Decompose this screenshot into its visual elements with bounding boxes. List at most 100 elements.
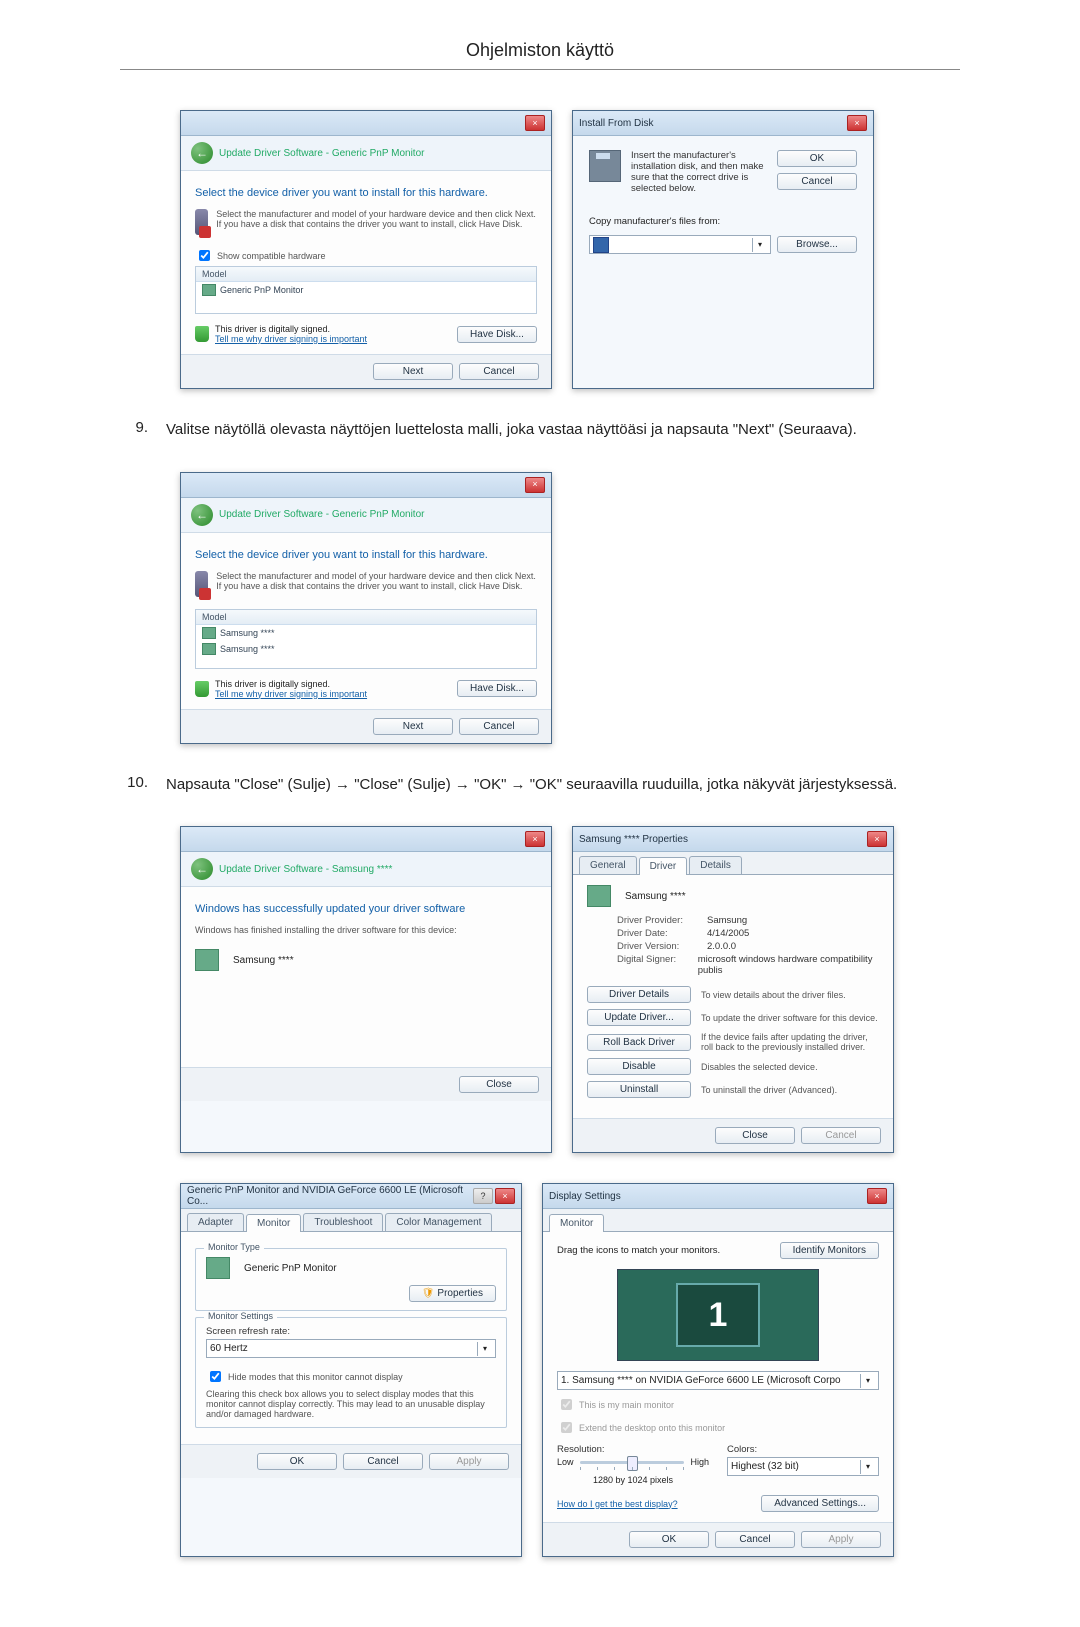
floppy-icon bbox=[593, 237, 609, 253]
success-sub: Windows has finished installing the driv… bbox=[195, 925, 537, 935]
disk-icon bbox=[195, 571, 208, 597]
update-driver-button[interactable]: Update Driver... bbox=[587, 1009, 691, 1026]
uninstall-button[interactable]: Uninstall bbox=[587, 1081, 691, 1098]
ok-button[interactable]: OK bbox=[257, 1453, 337, 1470]
properties-button[interactable]: 🛡Properties bbox=[409, 1285, 496, 1302]
hint-text: Select the manufacturer and model of you… bbox=[216, 571, 537, 597]
monitor-icon bbox=[206, 1257, 230, 1279]
shield-icon bbox=[195, 681, 209, 697]
close-icon[interactable]: × bbox=[525, 115, 545, 131]
step-number: 9. bbox=[120, 419, 148, 442]
value: Samsung bbox=[707, 915, 747, 926]
close-icon[interactable]: × bbox=[867, 1188, 887, 1204]
group-label: Monitor Settings bbox=[204, 1311, 277, 1321]
compatible-hardware-checkbox[interactable]: Show compatible hardware bbox=[195, 247, 537, 264]
monitor-icon bbox=[587, 885, 611, 907]
tab-general[interactable]: General bbox=[579, 856, 637, 874]
cancel-button[interactable]: Cancel bbox=[459, 718, 539, 735]
resolution-slider[interactable]: Low High bbox=[557, 1457, 709, 1467]
window-update-driver-2: × ←Update Driver Software - Generic PnP … bbox=[180, 472, 552, 744]
main-monitor-checkbox: This is my main monitor bbox=[557, 1396, 879, 1413]
hide-modes-checkbox[interactable]: Hide modes that this monitor cannot disp… bbox=[206, 1368, 496, 1385]
tab-monitor[interactable]: Monitor bbox=[549, 1214, 604, 1232]
have-disk-button[interactable]: Have Disk... bbox=[457, 326, 537, 343]
copy-from-label: Copy manufacturer's files from: bbox=[589, 216, 857, 227]
cancel-button[interactable]: Cancel bbox=[459, 363, 539, 380]
device-name: Samsung **** bbox=[625, 891, 686, 902]
ok-button[interactable]: OK bbox=[777, 150, 857, 167]
path-combo[interactable]: ▾ bbox=[589, 235, 771, 254]
shield-icon: 🛡 bbox=[422, 1288, 435, 1299]
signing-link[interactable]: Tell me why driver signing is important bbox=[215, 334, 367, 344]
page-title: Ohjelmiston käyttö bbox=[120, 40, 960, 70]
ok-button[interactable]: OK bbox=[629, 1531, 709, 1548]
cancel-button[interactable]: Cancel bbox=[777, 173, 857, 190]
tab-adapter[interactable]: Adapter bbox=[187, 1213, 244, 1231]
best-display-link[interactable]: How do I get the best display? bbox=[557, 1499, 678, 1509]
chevron-down-icon[interactable]: ▾ bbox=[860, 1460, 875, 1474]
disable-button[interactable]: Disable bbox=[587, 1058, 691, 1075]
browse-button[interactable]: Browse... bbox=[777, 236, 857, 253]
desc: To uninstall the driver (Advanced). bbox=[701, 1085, 879, 1095]
cancel-button[interactable]: Cancel bbox=[715, 1531, 795, 1548]
driver-details-button[interactable]: Driver Details bbox=[587, 986, 691, 1003]
have-disk-button[interactable]: Have Disk... bbox=[457, 680, 537, 697]
tab-details[interactable]: Details bbox=[689, 856, 742, 874]
next-button[interactable]: Next bbox=[373, 363, 453, 380]
monitor-icon bbox=[202, 627, 216, 639]
advanced-settings-button[interactable]: Advanced Settings... bbox=[761, 1495, 879, 1512]
window-update-driver-1: × ← Update Driver Software - Generic PnP… bbox=[180, 110, 552, 389]
chevron-down-icon[interactable]: ▾ bbox=[752, 238, 767, 252]
apply-button[interactable]: Apply bbox=[801, 1531, 881, 1548]
signing-link[interactable]: Tell me why driver signing is important bbox=[215, 689, 367, 699]
monitor-type-value: Generic PnP Monitor bbox=[244, 1263, 337, 1274]
close-button[interactable]: Close bbox=[715, 1127, 795, 1144]
close-icon[interactable]: × bbox=[867, 831, 887, 847]
group-label: Monitor Type bbox=[204, 1242, 264, 1252]
device-name: Samsung **** bbox=[233, 955, 294, 966]
cancel-button[interactable]: Cancel bbox=[801, 1127, 881, 1144]
close-icon[interactable]: × bbox=[495, 1188, 515, 1204]
list-item[interactable]: Samsung **** bbox=[196, 641, 536, 657]
value: microsoft windows hardware compatibility… bbox=[698, 954, 879, 976]
label: Driver Version: bbox=[617, 941, 707, 952]
tab-color-management[interactable]: Color Management bbox=[385, 1213, 492, 1231]
next-button[interactable]: Next bbox=[373, 718, 453, 735]
desc: To update the driver software for this d… bbox=[701, 1013, 879, 1023]
close-icon[interactable]: × bbox=[525, 831, 545, 847]
monitor-select-combo[interactable]: 1. Samsung **** on NVIDIA GeForce 6600 L… bbox=[557, 1371, 879, 1390]
back-icon[interactable]: ← bbox=[191, 504, 213, 526]
monitor-icon bbox=[202, 284, 216, 296]
model-list[interactable]: Model Samsung **** Samsung **** bbox=[195, 609, 537, 669]
help-icon[interactable]: ? bbox=[473, 1188, 493, 1204]
tab-driver[interactable]: Driver bbox=[639, 857, 688, 875]
back-icon[interactable]: ← bbox=[191, 858, 213, 880]
floppy-icon bbox=[589, 150, 621, 182]
breadcrumb: Update Driver Software - Samsung **** bbox=[219, 864, 392, 875]
dialog-heading: Select the device driver you want to ins… bbox=[195, 549, 537, 561]
model-list[interactable]: Model Generic PnP Monitor bbox=[195, 266, 537, 314]
monitor-preview[interactable]: 1 bbox=[617, 1269, 819, 1361]
tab-monitor[interactable]: Monitor bbox=[246, 1214, 301, 1232]
slider-max: High bbox=[690, 1457, 709, 1467]
cancel-button[interactable]: Cancel bbox=[343, 1453, 423, 1470]
colors-combo[interactable]: Highest (32 bit)▾ bbox=[727, 1457, 879, 1476]
apply-button[interactable]: Apply bbox=[429, 1453, 509, 1470]
close-icon[interactable]: × bbox=[525, 477, 545, 493]
resolution-label: Resolution: bbox=[557, 1444, 709, 1455]
close-icon[interactable]: × bbox=[847, 115, 867, 131]
chevron-down-icon[interactable]: ▾ bbox=[477, 1342, 492, 1356]
label: Digital Signer: bbox=[617, 954, 698, 976]
close-button[interactable]: Close bbox=[459, 1076, 539, 1093]
identify-monitors-button[interactable]: Identify Monitors bbox=[780, 1242, 879, 1259]
window-install-from-disk: Install From Disk× Insert the manufactur… bbox=[572, 110, 874, 389]
chevron-down-icon[interactable]: ▾ bbox=[860, 1374, 875, 1388]
list-item[interactable]: Samsung **** bbox=[196, 625, 536, 641]
tab-troubleshoot[interactable]: Troubleshoot bbox=[303, 1213, 383, 1231]
monitor-thumb[interactable]: 1 bbox=[676, 1283, 760, 1347]
refresh-rate-combo[interactable]: 60 Hertz▾ bbox=[206, 1339, 496, 1358]
back-icon[interactable]: ← bbox=[191, 142, 213, 164]
rollback-button[interactable]: Roll Back Driver bbox=[587, 1034, 691, 1051]
list-item[interactable]: Generic PnP Monitor bbox=[196, 282, 536, 298]
slider-min: Low bbox=[557, 1457, 574, 1467]
